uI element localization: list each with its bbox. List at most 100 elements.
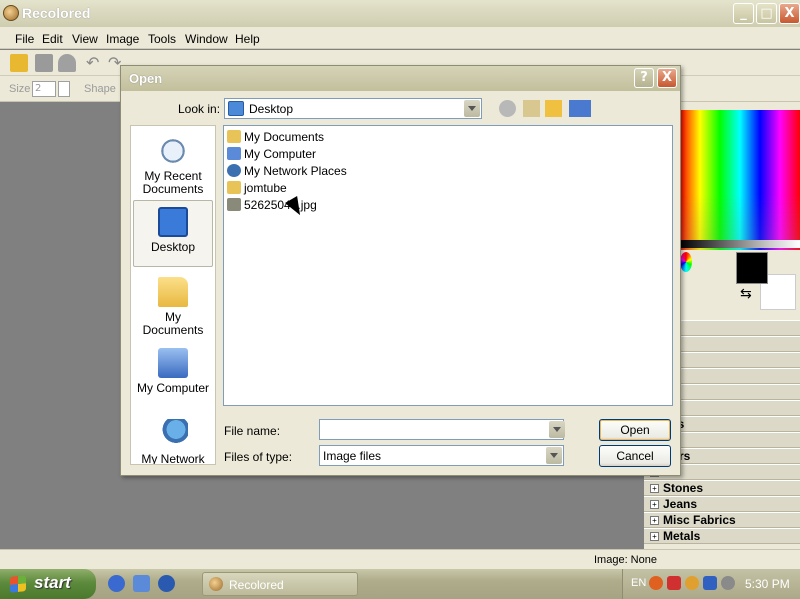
maximize-button[interactable]: □ xyxy=(756,3,777,24)
close-button[interactable]: X xyxy=(779,3,800,24)
category-item-jeans[interactable]: + Jeans xyxy=(644,496,800,512)
swap-colors-icon[interactable]: ⇆ xyxy=(740,286,752,302)
help-button[interactable]: ? xyxy=(634,68,654,88)
network-icon xyxy=(227,164,241,177)
taskbar-item-label: Recolored xyxy=(229,578,284,592)
menu-bar: File Edit View Image Tools Window Help xyxy=(0,27,800,49)
place-desktop[interactable]: Desktop xyxy=(133,200,213,267)
cancel-button[interactable]: Cancel xyxy=(599,445,671,467)
chevron-down-icon[interactable] xyxy=(464,100,480,117)
folder-icon xyxy=(227,181,241,194)
look-in-label: Look in: xyxy=(178,102,221,116)
my-network-icon xyxy=(158,419,188,449)
desktop-icon xyxy=(158,207,188,237)
shape-label: Shape xyxy=(84,83,116,95)
dialog-title: Open xyxy=(129,71,163,86)
show-desktop-icon[interactable] xyxy=(133,575,150,592)
menu-edit[interactable]: Edit xyxy=(42,32,63,46)
menu-tools[interactable]: Tools xyxy=(148,32,176,46)
expand-icon: + xyxy=(650,484,659,494)
places-bar: My Recent Documents Desktop My Documents… xyxy=(130,125,216,465)
size-label: Size xyxy=(9,83,31,95)
open-folder-icon[interactable] xyxy=(10,54,28,72)
print-icon[interactable] xyxy=(58,54,76,72)
system-tray: EN 5:30 PM xyxy=(622,569,800,599)
up-folder-icon[interactable] xyxy=(523,100,540,117)
taskbar: start Recolored EN 5:30 PM xyxy=(0,569,800,599)
files-of-type-value: Image files xyxy=(323,449,382,463)
dialog-titlebar: Open ? X xyxy=(121,66,680,91)
language-indicator[interactable]: EN xyxy=(631,577,646,589)
chevron-down-icon[interactable] xyxy=(549,421,565,438)
save-icon[interactable] xyxy=(35,54,53,72)
clock: 5:30 PM xyxy=(745,577,790,591)
back-icon[interactable] xyxy=(499,100,516,117)
grayscale-strip[interactable] xyxy=(680,240,800,248)
list-item[interactable]: My Computer xyxy=(227,146,316,162)
place-label: My Recent Documents xyxy=(142,169,204,196)
folder-icon xyxy=(227,130,241,143)
category-item-misc-fabrics[interactable]: + Misc Fabrics xyxy=(644,512,800,528)
list-item[interactable]: jomtube xyxy=(227,180,287,196)
file-list: My Documents My Computer My Network Plac… xyxy=(223,125,673,406)
dialog-close-button[interactable]: X xyxy=(657,68,677,88)
undo-icon[interactable]: ↶ xyxy=(86,54,104,72)
look-in-value: Desktop xyxy=(249,102,294,116)
start-button[interactable]: start xyxy=(0,569,96,599)
recent-documents-icon xyxy=(158,136,188,166)
taskbar-item-recolored[interactable]: Recolored xyxy=(202,572,358,596)
size-spinner[interactable] xyxy=(58,81,70,97)
place-my-computer[interactable]: My Computer xyxy=(133,342,213,409)
status-text: Image: None xyxy=(594,554,657,566)
menu-file[interactable]: File xyxy=(15,32,34,46)
category-item-stones[interactable]: + Stones xyxy=(644,480,800,496)
menu-help[interactable]: Help xyxy=(235,32,260,46)
app-titlebar: Recolored _ □ X xyxy=(0,0,800,27)
view-menu-icon[interactable] xyxy=(569,100,591,117)
tray-arrow-icon[interactable] xyxy=(649,576,663,590)
computer-icon xyxy=(227,147,241,160)
app-icon xyxy=(3,5,19,21)
color-wheel-icon[interactable] xyxy=(680,252,692,272)
place-label: My Computer xyxy=(136,381,210,395)
status-bar: Image: None xyxy=(0,549,800,569)
category-item-metals[interactable]: + Metals xyxy=(644,528,800,544)
place-label: My Network xyxy=(141,452,205,465)
start-label: start xyxy=(34,573,71,592)
windows-logo-icon xyxy=(10,575,26,593)
menu-window[interactable]: Window xyxy=(185,32,228,46)
my-documents-icon xyxy=(158,277,188,307)
recolored-app-icon xyxy=(209,577,223,591)
files-of-type-label: Files of type: xyxy=(224,450,293,464)
ie-quicklaunch-icon[interactable] xyxy=(108,575,125,592)
open-button[interactable]: Open xyxy=(599,419,671,441)
desktop-icon xyxy=(228,101,244,116)
list-item[interactable]: My Documents xyxy=(227,129,324,145)
new-folder-icon[interactable] xyxy=(545,100,562,117)
chevron-down-icon[interactable] xyxy=(546,447,562,464)
menu-image[interactable]: Image xyxy=(106,32,139,46)
browser-quicklaunch-icon[interactable] xyxy=(158,575,175,592)
place-my-network[interactable]: My Network xyxy=(133,413,213,465)
place-my-recent-documents[interactable]: My Recent Documents xyxy=(133,130,213,197)
file-name-input[interactable] xyxy=(319,419,564,440)
color-palette[interactable] xyxy=(680,110,800,250)
look-in-combo[interactable]: Desktop xyxy=(224,98,482,119)
menu-view[interactable]: View xyxy=(72,32,98,46)
tray-app-icon[interactable] xyxy=(667,576,681,590)
list-item[interactable]: My Network Places xyxy=(227,163,347,179)
minimize-button[interactable]: _ xyxy=(733,3,754,24)
place-label: Desktop xyxy=(150,240,196,254)
size-input[interactable]: 2 xyxy=(32,81,56,97)
files-of-type-select[interactable]: Image files xyxy=(319,445,564,466)
tray-status-icon[interactable] xyxy=(685,576,699,590)
expand-icon: + xyxy=(650,516,659,526)
my-computer-icon xyxy=(158,348,188,378)
file-name-label: File name: xyxy=(224,424,281,438)
tray-volume-icon[interactable] xyxy=(721,576,735,590)
primary-color-swatch[interactable] xyxy=(736,252,768,284)
open-dialog: Open ? X Look in: Desktop My Recent Docu… xyxy=(120,65,681,476)
place-label: My Documents xyxy=(142,310,204,337)
tray-network-icon[interactable] xyxy=(703,576,717,590)
place-my-documents[interactable]: My Documents xyxy=(133,271,213,338)
